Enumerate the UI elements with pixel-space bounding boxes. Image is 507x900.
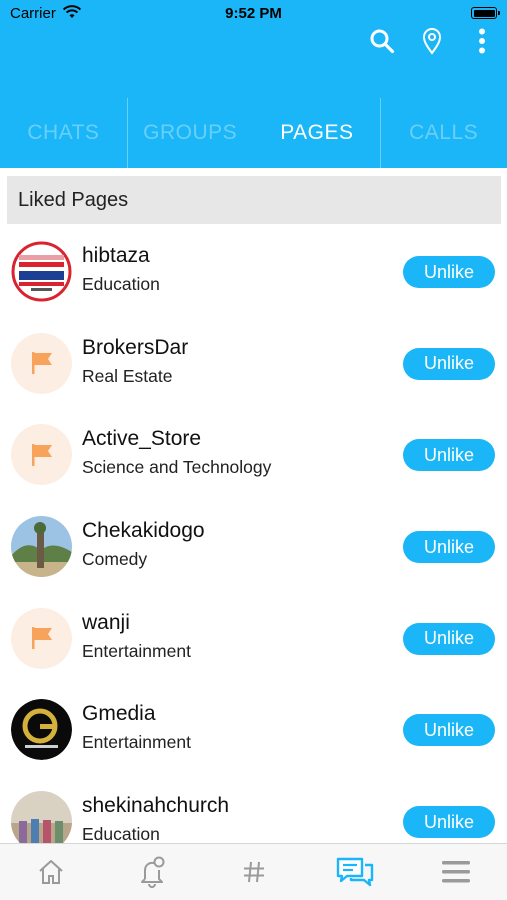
page-category: Comedy — [82, 549, 148, 570]
section-title: Liked Pages — [7, 176, 501, 224]
page-category: Education — [82, 274, 160, 294]
list-item[interactable]: Active_Store Science and Technology Unli… — [0, 409, 507, 501]
messages-icon[interactable] — [304, 844, 405, 900]
tab-pages[interactable]: PAGES — [254, 98, 381, 168]
page-category: Entertainment — [82, 640, 191, 661]
bottom-nav — [0, 843, 507, 900]
unlike-button[interactable]: Unlike — [403, 622, 495, 655]
unlike-button[interactable]: Unlike — [403, 439, 495, 472]
page-name: Active_Store — [82, 427, 202, 451]
page-category: Entertainment — [82, 732, 191, 753]
tab-divider — [380, 98, 381, 168]
home-icon[interactable] — [0, 844, 101, 900]
page-category: Education — [82, 824, 160, 845]
tab-chats[interactable]: CHATS — [0, 98, 127, 168]
flag-icon — [11, 607, 72, 669]
page-category: Science and Technology — [82, 457, 272, 478]
list-item[interactable]: Gmedia Entertainment Unlike — [0, 684, 507, 776]
app-header: Carrier 9:52 PM CHATS GROUPS PAGES CALLS — [0, 0, 507, 168]
list-item[interactable]: wanji Entertainment Unlike — [0, 593, 507, 685]
unlike-button[interactable]: Unlike — [403, 256, 495, 288]
unlike-button[interactable]: Unlike — [403, 714, 495, 747]
more-vertical-icon[interactable] — [467, 26, 497, 56]
unlike-button[interactable]: Unlike — [403, 347, 495, 380]
liked-pages-list: hibtaza Education Unlike BrokersDar Real… — [0, 226, 507, 868]
notifications-icon[interactable] — [101, 844, 202, 900]
tab-bar: CHATS GROUPS PAGES CALLS — [0, 98, 507, 168]
page-name: shekinahchurch — [82, 794, 230, 818]
menu-icon[interactable] — [406, 844, 507, 900]
page-category: Real Estate — [82, 365, 173, 386]
status-bar: Carrier 9:52 PM — [0, 0, 507, 28]
page-name: Chekakidogo — [82, 519, 205, 543]
hashtag-icon[interactable] — [203, 844, 304, 900]
unlike-button[interactable]: Unlike — [403, 806, 495, 839]
list-item[interactable]: BrokersDar Real Estate Unlike — [0, 318, 507, 410]
page-name: hibtaza — [82, 244, 150, 267]
list-item[interactable]: hibtaza Education Unlike — [0, 226, 507, 318]
status-time: 9:52 PM — [225, 5, 282, 22]
flag-icon — [11, 424, 72, 486]
tab-groups[interactable]: GROUPS — [127, 98, 254, 168]
page-name: Gmedia — [82, 702, 156, 726]
flag-icon — [11, 332, 72, 394]
unlike-button[interactable]: Unlike — [403, 531, 495, 564]
search-icon[interactable] — [367, 26, 397, 56]
tab-divider — [127, 98, 128, 168]
page-name: BrokersDar — [82, 335, 189, 359]
list-item[interactable]: Chekakidogo Comedy Unlike — [0, 501, 507, 593]
battery-icon — [471, 7, 500, 19]
location-pin-icon[interactable] — [417, 26, 447, 56]
photo-avatar — [11, 516, 72, 578]
logo-avatar — [11, 241, 72, 302]
logo-avatar — [11, 699, 72, 761]
tab-calls[interactable]: CALLS — [380, 98, 507, 168]
page-name: wanji — [82, 610, 130, 634]
